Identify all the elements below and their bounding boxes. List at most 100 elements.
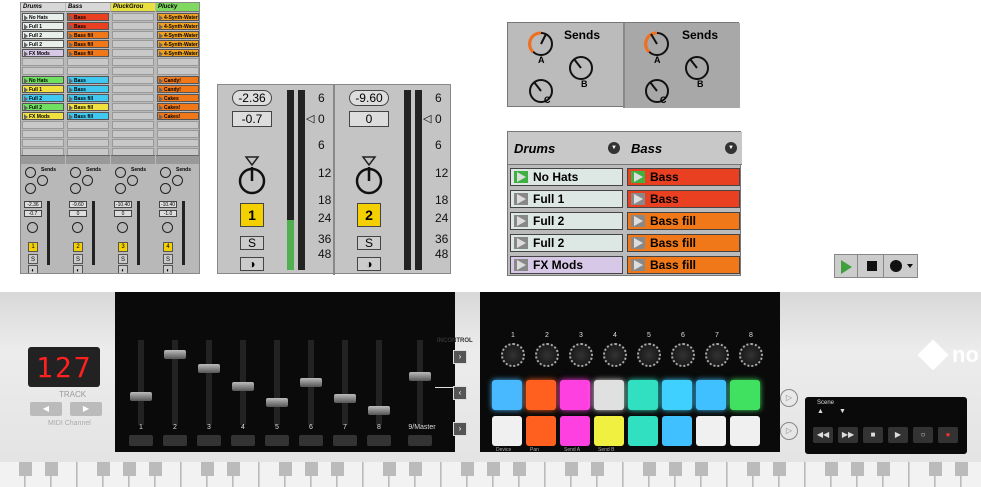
fader-cap[interactable] bbox=[198, 364, 220, 373]
clip-slot[interactable]: Cakes bbox=[157, 94, 199, 102]
clip-slot[interactable]: 4-Synth-Water bbox=[157, 22, 199, 30]
black-key[interactable] bbox=[97, 462, 110, 476]
play-button[interactable]: ▶ bbox=[888, 427, 908, 443]
clip-slot[interactable]: FX Mods bbox=[22, 112, 64, 120]
empty-clip-slot[interactable] bbox=[157, 67, 199, 75]
black-key[interactable] bbox=[877, 462, 890, 476]
pad[interactable] bbox=[696, 416, 726, 446]
send-knobs[interactable] bbox=[508, 23, 740, 108]
black-key[interactable] bbox=[591, 462, 604, 476]
pan-value[interactable]: -0.7 bbox=[232, 111, 272, 127]
clip-slot[interactable]: Bass bbox=[627, 168, 740, 186]
empty-clip-slot[interactable] bbox=[112, 67, 154, 75]
record-button[interactable]: ● bbox=[938, 427, 958, 443]
clip-launch-icon[interactable] bbox=[514, 171, 528, 183]
pan-value[interactable]: 0 bbox=[69, 210, 87, 217]
clip-slot[interactable]: Full 2 bbox=[22, 94, 64, 102]
pan-knob[interactable] bbox=[27, 222, 38, 233]
clip-slot[interactable]: Bass bbox=[67, 13, 109, 21]
empty-clip-slot[interactable] bbox=[112, 112, 154, 120]
clip-slot[interactable]: Bass bbox=[67, 76, 109, 84]
send-b-knob[interactable] bbox=[127, 175, 138, 186]
black-key[interactable] bbox=[929, 462, 942, 476]
clip-slot[interactable]: 4-Synth-Water bbox=[157, 31, 199, 39]
knob[interactable] bbox=[739, 343, 763, 367]
empty-clip-slot[interactable] bbox=[22, 121, 64, 129]
empty-clip-slot[interactable] bbox=[157, 130, 199, 138]
black-key[interactable] bbox=[201, 462, 214, 476]
black-key[interactable] bbox=[45, 462, 58, 476]
nav-up-button[interactable]: › bbox=[453, 350, 467, 364]
clip-launch-icon[interactable] bbox=[514, 237, 528, 249]
black-key[interactable] bbox=[513, 462, 526, 476]
pan-knob[interactable] bbox=[117, 222, 128, 233]
send-a-knob[interactable] bbox=[115, 167, 126, 178]
empty-clip-slot[interactable] bbox=[67, 58, 109, 66]
black-key[interactable] bbox=[279, 462, 292, 476]
keyboard[interactable] bbox=[0, 462, 981, 487]
volume-value[interactable]: -2.36 bbox=[24, 201, 42, 208]
empty-clip-slot[interactable] bbox=[157, 58, 199, 66]
fader-button[interactable] bbox=[333, 435, 357, 446]
fader-button[interactable] bbox=[231, 435, 255, 446]
clip-slot[interactable]: Bass bbox=[67, 22, 109, 30]
black-key[interactable] bbox=[565, 462, 578, 476]
empty-clip-slot[interactable] bbox=[112, 31, 154, 39]
play-icon[interactable] bbox=[841, 260, 852, 274]
chevron-down-icon[interactable] bbox=[907, 264, 913, 268]
clip-slot[interactable]: Cakes! bbox=[157, 103, 199, 111]
empty-clip-slot[interactable] bbox=[112, 139, 154, 147]
empty-clip-slot[interactable] bbox=[112, 85, 154, 93]
clip-slot[interactable]: Full 1 bbox=[22, 85, 64, 93]
send-c-knob[interactable] bbox=[70, 183, 81, 194]
fader-button[interactable] bbox=[129, 435, 153, 446]
fader-arrow-icon[interactable]: ◁ bbox=[306, 112, 314, 125]
pad[interactable] bbox=[526, 380, 556, 410]
pan-knob[interactable] bbox=[72, 222, 83, 233]
empty-clip-slot[interactable] bbox=[67, 67, 109, 75]
knob[interactable] bbox=[637, 343, 661, 367]
pad[interactable] bbox=[662, 416, 692, 446]
track-number-button[interactable]: 1 bbox=[28, 242, 38, 252]
clip-launch-icon[interactable] bbox=[631, 171, 645, 183]
knob[interactable] bbox=[501, 343, 525, 367]
solo-button[interactable]: S bbox=[163, 254, 173, 264]
clip-slot[interactable]: Bass bbox=[627, 190, 740, 208]
fader-button[interactable] bbox=[299, 435, 323, 446]
fader-button[interactable] bbox=[163, 435, 187, 446]
empty-clip-slot[interactable] bbox=[112, 103, 154, 111]
rewind-button[interactable]: ◀◀ bbox=[813, 427, 833, 443]
pad[interactable] bbox=[628, 380, 658, 410]
track-prev-button[interactable]: ◀ bbox=[30, 402, 62, 416]
track-number-button[interactable]: 3 bbox=[118, 242, 128, 252]
solo-button[interactable]: S bbox=[28, 254, 38, 264]
empty-clip-slot[interactable] bbox=[22, 139, 64, 147]
fader-button[interactable] bbox=[265, 435, 289, 446]
clip-slot[interactable]: Full 2 bbox=[22, 40, 64, 48]
black-key[interactable] bbox=[331, 462, 344, 476]
clip-slot[interactable]: FX Mods bbox=[510, 256, 623, 274]
send-b-knob[interactable] bbox=[82, 175, 93, 186]
loop-button[interactable]: ○ bbox=[913, 427, 933, 443]
empty-clip-slot[interactable] bbox=[157, 121, 199, 129]
volume-value[interactable]: -2.36 bbox=[232, 90, 272, 106]
solo-button[interactable]: S bbox=[357, 236, 381, 250]
black-key[interactable] bbox=[669, 462, 682, 476]
pad[interactable] bbox=[594, 416, 624, 446]
clip-launch-icon[interactable] bbox=[631, 193, 645, 205]
send-a-knob[interactable] bbox=[25, 167, 36, 178]
clip-slot[interactable]: Candy! bbox=[157, 85, 199, 93]
pad[interactable] bbox=[730, 380, 760, 410]
send-a-knob[interactable] bbox=[70, 167, 81, 178]
clip-slot[interactable]: Full 1 bbox=[22, 22, 64, 30]
empty-clip-slot[interactable] bbox=[112, 94, 154, 102]
empty-clip-slot[interactable] bbox=[112, 40, 154, 48]
stop-icon[interactable] bbox=[867, 261, 877, 271]
black-key[interactable] bbox=[851, 462, 864, 476]
record-icon[interactable] bbox=[890, 260, 902, 272]
chevron-down-icon[interactable]: ▼ bbox=[608, 142, 620, 154]
clip-slot[interactable]: Bass fill bbox=[67, 49, 109, 57]
black-key[interactable] bbox=[149, 462, 162, 476]
pad[interactable] bbox=[560, 416, 590, 446]
empty-clip-slot[interactable] bbox=[67, 130, 109, 138]
